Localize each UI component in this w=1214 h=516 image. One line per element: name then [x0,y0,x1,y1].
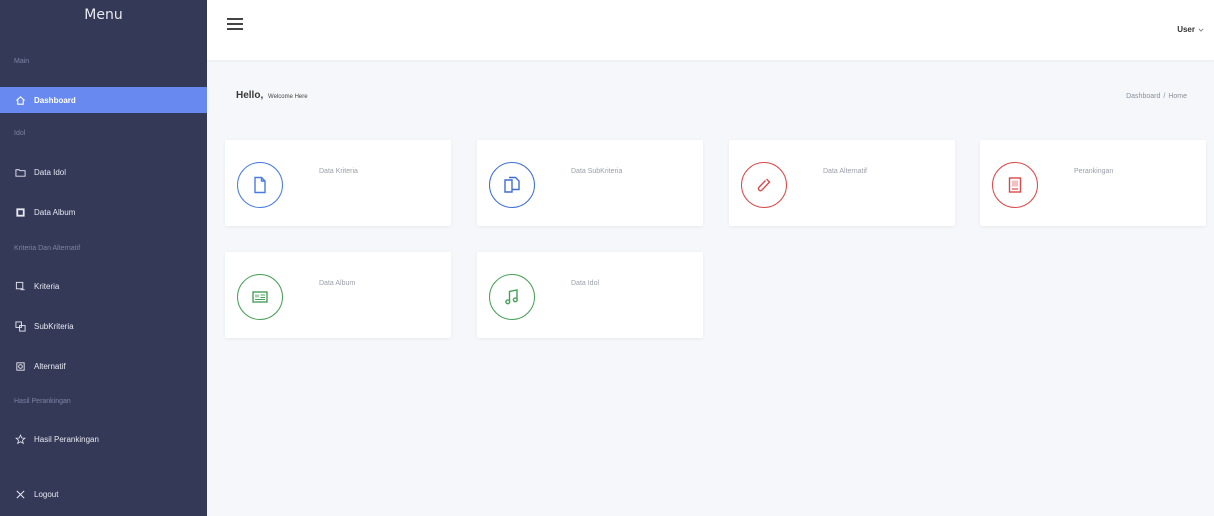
sidebar-item-logout[interactable]: Logout [0,481,207,507]
sidebar: Menu Main Dashboard Idol Data Idol Data … [0,0,207,516]
link-icon [757,178,771,192]
breadcrumb-dashboard[interactable]: Dashboard [1126,93,1160,100]
section-label-kriteria: Kriteria Dan Alternatif [14,245,81,252]
card-label: Data SubKriteria [571,168,623,175]
card-icon-circle [489,162,535,208]
card-icon-circle [489,274,535,320]
card-data-idol[interactable]: Data Idol [477,252,703,338]
card-icon-circle [237,162,283,208]
sidebar-item-label: Hasil Perankingan [34,434,99,444]
sidebar-title: Menu [84,7,123,23]
sidebar-item-hasil-perankingan[interactable]: Hasil Perankingan [0,426,207,452]
star-icon [14,433,26,445]
sidebar-item-label: Dashboard [34,95,76,105]
section-label-idol: Idol [14,130,26,137]
user-menu-dropdown[interactable]: User [1177,25,1204,34]
sidebar-item-dashboard[interactable]: Dashboard [0,87,207,113]
sidebar-item-data-album[interactable]: Data Album [0,199,207,225]
kriteria-icon [14,280,26,292]
section-label-main: Main [14,58,30,65]
greeting-text: Hello, [236,90,264,101]
card-data-alternatif[interactable]: Data Alternatif [729,140,955,226]
alternatif-icon [14,360,26,372]
home-icon [14,94,26,106]
breadcrumb: Dashboard / Home [1126,93,1187,100]
album-icon [14,206,26,218]
card-data-subkriteria[interactable]: Data SubKriteria [477,140,703,226]
sidebar-item-data-idol[interactable]: Data Idol [0,159,207,185]
folder-icon [14,166,26,178]
card-label: Data Idol [571,280,600,287]
sidebar-item-label: Data Idol [34,167,67,177]
close-icon [14,488,26,500]
user-label: User [1177,25,1195,34]
sidebar-item-subkriteria[interactable]: SubKriteria [0,313,207,339]
sidebar-item-label: Data Album [34,207,76,217]
card-label: Perankingan [1074,168,1114,175]
section-label-hasil: Hasil Perankingan [14,398,71,405]
breadcrumb-home: Home [1168,93,1187,100]
sidebar-item-alternatif[interactable]: Alternatif [0,353,207,379]
music-icon [505,289,518,305]
report-icon [1008,177,1022,193]
album-icon [252,291,268,303]
card-label: Data Kriteria [319,168,358,175]
sidebar-item-kriteria[interactable]: Kriteria [0,273,207,299]
card-label: Data Alternatif [823,168,867,175]
sidebar-item-label: Alternatif [34,361,66,371]
card-icon-circle [741,162,787,208]
sidebar-item-label: Kriteria [34,281,60,291]
subkriteria-icon [14,320,26,332]
chevron-down-icon [1198,28,1204,32]
card-icon-circle [237,274,283,320]
hamburger-menu-icon[interactable] [227,18,243,32]
card-data-album[interactable]: Data Album [225,252,451,338]
top-header: User [207,0,1214,60]
copy-icon [504,176,520,193]
card-data-kriteria[interactable]: Data Kriteria [225,140,451,226]
welcome-text: Welcome Here [268,94,308,100]
sidebar-item-label: Logout [34,489,59,499]
card-label: Data Album [319,280,356,287]
page-greeting: Hello, Welcome Here [236,90,308,101]
card-icon-circle [992,162,1038,208]
card-perankingan[interactable]: Perankingan [980,140,1206,226]
document-icon [254,176,266,194]
sidebar-item-label: SubKriteria [34,321,74,331]
